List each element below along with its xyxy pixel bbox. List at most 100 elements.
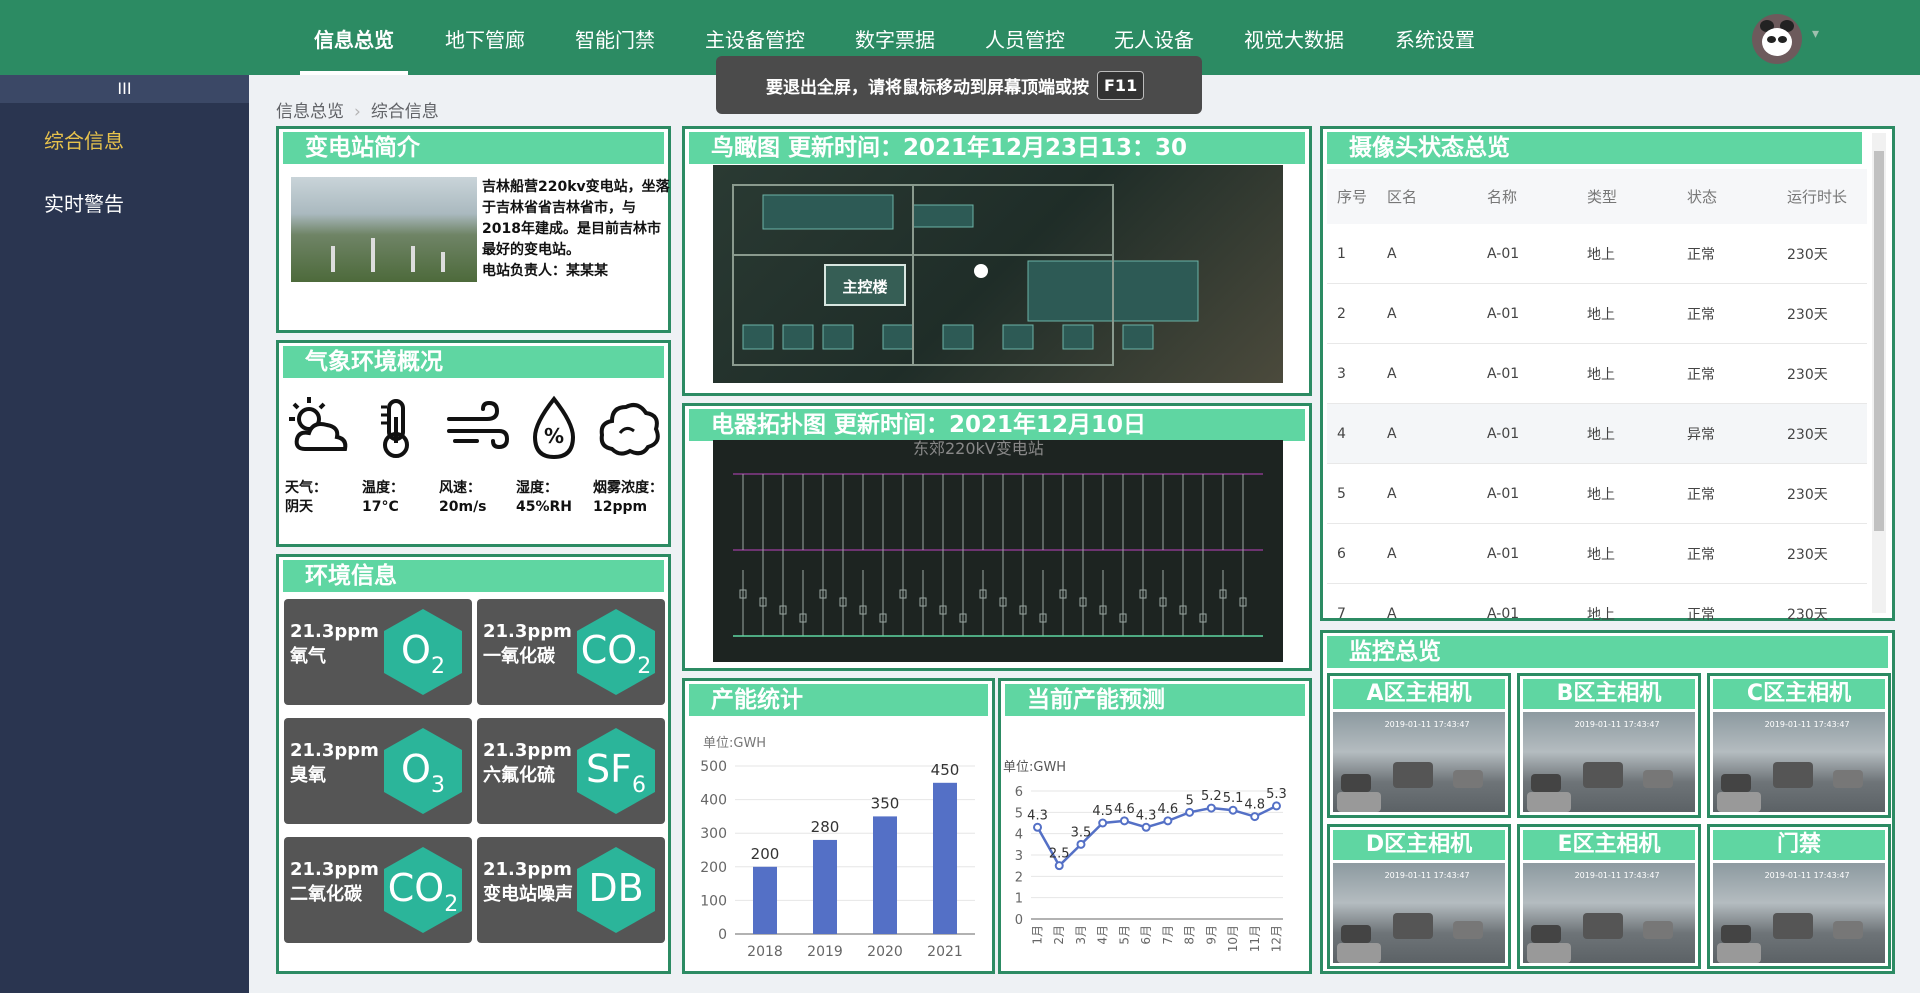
bar-2018[interactable]: [753, 866, 777, 934]
gas-hexagon-icon: O2: [384, 609, 462, 695]
table-cell: A: [1387, 605, 1397, 622]
breadcrumb-root[interactable]: 信息总览: [276, 102, 344, 122]
nav-smart-access[interactable]: 智能门禁: [575, 24, 655, 53]
forecast-point[interactable]: [1163, 816, 1173, 826]
table-cell: A-01: [1487, 485, 1520, 502]
bar-2020[interactable]: [873, 816, 897, 934]
forecast-point[interactable]: [1185, 807, 1195, 817]
bar-2021[interactable]: [933, 782, 957, 934]
y-tick-label: 100: [700, 893, 727, 909]
chevron-down-icon[interactable]: ▾: [1812, 26, 1819, 42]
table-row[interactable]: 3 A A-01 地上 正常 230天: [1327, 344, 1867, 404]
camera-feed-tile[interactable]: A区主相机 2019-01-11 17:43:47: [1327, 673, 1511, 818]
table-cell: 正常: [1687, 546, 1715, 563]
camera-feed-tile[interactable]: 门禁 2019-01-11 17:43:47: [1707, 824, 1891, 969]
table-row[interactable]: 4 A A-01 地上 异常 230天: [1327, 404, 1867, 464]
forecast-point[interactable]: [1206, 803, 1216, 813]
scrollbar-thumb[interactable]: [1874, 151, 1884, 531]
control-building-label: 主控楼: [842, 278, 887, 296]
env-reading: 21.3ppm 氧气: [290, 621, 379, 667]
vehicle-shape: [1643, 921, 1673, 939]
nav-personnel[interactable]: 人员管控: [985, 24, 1065, 53]
camera-feed-tile[interactable]: D区主相机 2019-01-11 17:43:47: [1327, 824, 1511, 969]
vehicle-shape: [1583, 913, 1623, 939]
topology-diagram-image[interactable]: 东郊220kV变电站: [713, 440, 1283, 662]
forecast-point[interactable]: [1250, 812, 1260, 822]
humidity-icon: %: [532, 395, 576, 460]
y-tick-label: 300: [700, 826, 727, 842]
camera-feed-video[interactable]: 2019-01-11 17:43:47: [1333, 712, 1505, 812]
avatar-eye-right: [1778, 36, 1787, 43]
table-cell: 地上: [1587, 246, 1615, 263]
nav-visual-bigdata[interactable]: 视觉大数据: [1244, 24, 1344, 53]
table-row[interactable]: 6 A A-01 地上 正常 230天: [1327, 524, 1867, 584]
location-marker-icon: [974, 264, 988, 278]
vehicle-shape: [1393, 762, 1433, 788]
sidebar-collapse-toggle[interactable]: III: [0, 75, 249, 103]
station-intro-panel: 变电站简介 吉林船营220kv变电站，坐落于吉林省省吉林省市，与2018年建成。…: [276, 126, 671, 333]
nav-main-equipment[interactable]: 主设备管控: [705, 24, 805, 53]
camera-timestamp: 2019-01-11 17:43:47: [1764, 871, 1850, 880]
vehicle-shape: [1773, 913, 1813, 939]
table-cell: A-01: [1487, 305, 1520, 322]
point-value-label: 4.8: [1244, 798, 1265, 813]
toast-text: 要退出全屏，请将鼠标移动到屏幕顶端或按: [766, 77, 1089, 98]
point-value-label: 5.3: [1266, 787, 1287, 802]
vehicle-shape: [1583, 762, 1623, 788]
aerial-view-image[interactable]: 主控楼: [713, 165, 1283, 383]
forecast-point[interactable]: [1076, 839, 1086, 849]
nav-active-underline: [300, 71, 408, 75]
camera-feed-tile[interactable]: E区主相机 2019-01-11 17:43:47: [1517, 824, 1701, 969]
camera-feed-video[interactable]: 2019-01-11 17:43:47: [1713, 863, 1885, 963]
point-value-label: 4.6: [1114, 802, 1135, 817]
camera-feed-video[interactable]: 2019-01-11 17:43:47: [1523, 863, 1695, 963]
production-title: 产能统计: [689, 684, 988, 716]
point-value-label: 3.5: [1071, 825, 1092, 840]
wind-icon: [447, 400, 510, 450]
forecast-point[interactable]: [1098, 818, 1108, 828]
user-avatar[interactable]: [1752, 14, 1802, 64]
camera-feed-tile[interactable]: B区主相机 2019-01-11 17:43:47: [1517, 673, 1701, 818]
env-tile: 21.3ppm 一氧化碳 CO2: [477, 599, 665, 705]
bar-2019[interactable]: [813, 839, 837, 934]
camera-feed-video[interactable]: 2019-01-11 17:43:47: [1333, 863, 1505, 963]
forecast-point[interactable]: [1033, 822, 1043, 832]
table-cell: 230天: [1787, 366, 1828, 383]
nav-underground-corridor[interactable]: 地下管廊: [445, 24, 525, 53]
forecast-point[interactable]: [1271, 801, 1281, 811]
x-tick-label: 2020: [867, 944, 903, 960]
table-row[interactable]: 1 A A-01 地上 正常 230天: [1327, 224, 1867, 284]
table-cell: 正常: [1687, 306, 1715, 323]
camera-feed-label: B区主相机: [1523, 679, 1695, 709]
weather-title: 气象环境概况: [283, 346, 664, 378]
table-row[interactable]: 2 A A-01 地上 正常 230天: [1327, 284, 1867, 344]
camera-feed-video[interactable]: 2019-01-11 17:43:47: [1713, 712, 1885, 812]
camera-feed-video[interactable]: 2019-01-11 17:43:47: [1523, 712, 1695, 812]
camera-feed-tile[interactable]: C区主相机 2019-01-11 17:43:47: [1707, 673, 1891, 818]
sidebar-item-overview[interactable]: 综合信息: [44, 125, 124, 154]
table-row[interactable]: 5 A A-01 地上 正常 230天: [1327, 464, 1867, 524]
table-cell: 正常: [1687, 246, 1715, 263]
table-cell: 正常: [1687, 366, 1715, 383]
bar-chart-unit: 单位:GWH: [703, 736, 766, 751]
sidebar-item-alerts[interactable]: 实时警告: [44, 188, 124, 217]
forecast-point[interactable]: [1054, 861, 1064, 871]
y-tick-label: 6: [1015, 785, 1023, 800]
avatar-face: [1762, 28, 1792, 56]
forecast-point[interactable]: [1141, 822, 1151, 832]
nav-info-overview[interactable]: 信息总览: [314, 24, 394, 53]
vehicle-shape: [1531, 925, 1561, 943]
station-photo: [291, 177, 477, 282]
camera-table-scrollbar[interactable]: [1872, 133, 1886, 613]
point-value-label: 4.5: [1092, 804, 1113, 819]
nav-digital-tickets[interactable]: 数字票据: [855, 24, 935, 53]
line-chart-unit: 单位:GWH: [1003, 760, 1066, 775]
nav-system-settings[interactable]: 系统设置: [1395, 24, 1475, 53]
vehicle-shape: [1527, 792, 1571, 812]
forecast-point[interactable]: [1119, 816, 1129, 826]
forecast-point[interactable]: [1228, 805, 1238, 815]
forecast-title: 当前产能预测: [1005, 684, 1305, 716]
nav-unmanned-devices[interactable]: 无人设备: [1114, 24, 1194, 53]
column-header: 区名: [1387, 188, 1418, 206]
table-cell: 5: [1337, 485, 1346, 502]
